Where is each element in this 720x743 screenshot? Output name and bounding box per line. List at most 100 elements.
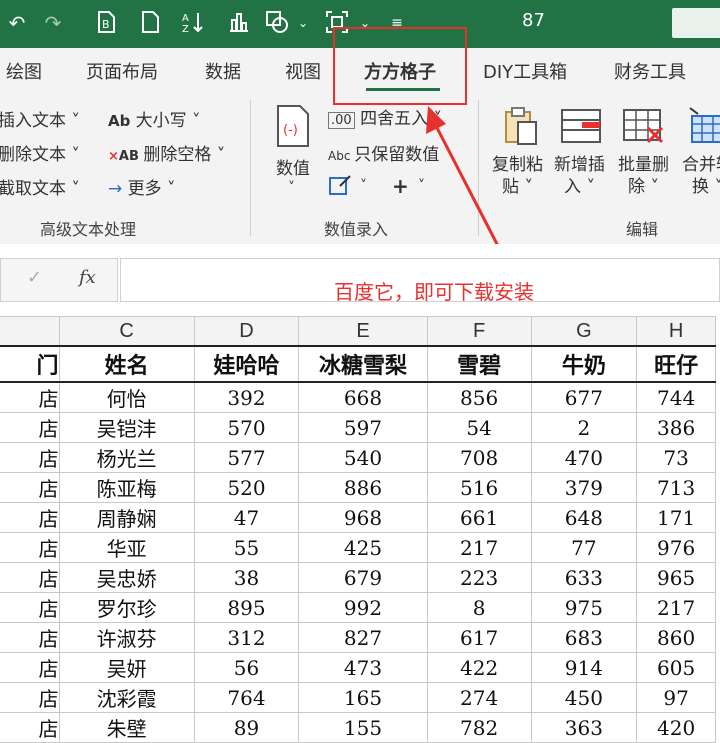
table-cell[interactable]: 363 — [530, 712, 638, 743]
table-cell[interactable]: 店 — [0, 652, 60, 683]
table-cell[interactable]: 店 — [0, 562, 60, 593]
table-cell[interactable]: 992 — [298, 592, 428, 623]
table-cell[interactable]: 379 — [530, 472, 638, 503]
header-cell[interactable]: 姓名 — [58, 345, 195, 383]
table-cell[interactable]: 520 — [193, 472, 300, 503]
table-cell[interactable]: 470 — [530, 442, 638, 473]
table-cell[interactable]: 38 — [193, 562, 300, 593]
table-cell[interactable]: 668 — [298, 381, 428, 413]
table-cell[interactable]: 97 — [636, 682, 716, 713]
table-cell[interactable]: 744 — [636, 381, 716, 413]
table-cell[interactable]: 450 — [530, 682, 638, 713]
table-cell[interactable]: 165 — [298, 682, 428, 713]
table-cell[interactable]: 392 — [193, 381, 300, 413]
table-cell[interactable]: 店 — [0, 412, 60, 443]
value-button[interactable]: 数值 — [276, 154, 310, 179]
table-cell[interactable]: 罗尔珍 — [58, 592, 195, 623]
table-cell[interactable]: 965 — [636, 562, 716, 593]
header-cell[interactable]: 门 — [0, 345, 60, 383]
table-cell[interactable]: 648 — [530, 502, 638, 533]
table-cell[interactable]: 605 — [636, 652, 716, 683]
extract-text-button[interactable]: 截取文本 ˅ — [0, 174, 80, 199]
table-cell[interactable]: 吴妍 — [58, 652, 195, 683]
chart-icon[interactable] — [226, 10, 252, 36]
table-cell[interactable]: 217 — [636, 592, 716, 623]
table-cell[interactable]: 217 — [426, 532, 532, 563]
undo-icon[interactable]: ↶ — [4, 10, 30, 36]
table-cell[interactable]: 77 — [530, 532, 638, 563]
table-cell[interactable]: 55 — [193, 532, 300, 563]
batch-delete-button[interactable]: 批量删 除 ˅ — [618, 154, 669, 198]
table-cell[interactable]: 杨光兰 — [58, 442, 195, 473]
table-cell[interactable]: 597 — [298, 412, 428, 443]
check-icon[interactable]: ✓ — [27, 267, 42, 288]
table-cell[interactable]: 473 — [298, 652, 428, 683]
table-cell[interactable]: 店 — [0, 682, 60, 713]
table-cell[interactable]: 223 — [426, 562, 532, 593]
fx-icon[interactable]: fx — [79, 267, 96, 288]
table-cell[interactable]: 吴铠沣 — [58, 412, 195, 443]
table-cell[interactable]: 店 — [0, 472, 60, 503]
table-cell[interactable]: 860 — [636, 622, 716, 653]
table-cell[interactable]: 425 — [298, 532, 428, 563]
tab-view[interactable]: 视图 — [285, 58, 321, 84]
table-cell[interactable]: 968 — [298, 502, 428, 533]
table-cell[interactable]: 吴忠娇 — [58, 562, 195, 593]
more-button[interactable]: → 更多 ˅ — [108, 174, 176, 199]
merge-convert-button[interactable]: 合并转 换 ˅ — [682, 154, 720, 198]
table-cell[interactable]: 827 — [298, 622, 428, 653]
column-header[interactable]: H — [636, 316, 716, 347]
table-cell[interactable]: 617 — [426, 622, 532, 653]
table-cell[interactable]: 886 — [298, 472, 428, 503]
table-cell[interactable]: 店 — [0, 381, 60, 413]
table-cell[interactable]: 633 — [530, 562, 638, 593]
table-cell[interactable]: 许淑芬 — [58, 622, 195, 653]
edit-icon[interactable] — [328, 174, 354, 201]
table-cell[interactable]: 何怡 — [58, 381, 195, 413]
chevron-down-icon[interactable]: ⌄ — [290, 10, 316, 36]
table-cell[interactable]: 540 — [298, 442, 428, 473]
table-cell[interactable]: 华亚 — [58, 532, 195, 563]
delete-spaces-button[interactable]: ×AB 删除空格 ˅ — [108, 140, 225, 165]
table-cell[interactable]: 155 — [298, 712, 428, 743]
table-cell[interactable]: 店 — [0, 532, 60, 563]
chevron-down-icon[interactable]: ˅ — [360, 178, 367, 194]
table-cell[interactable]: 56 — [193, 652, 300, 683]
table-cell[interactable]: 47 — [193, 502, 300, 533]
column-header[interactable]: G — [530, 316, 638, 347]
table-cell[interactable]: 975 — [530, 592, 638, 623]
tab-finance-tools[interactable]: 财务工具 — [614, 58, 686, 84]
table-cell[interactable]: 661 — [426, 502, 532, 533]
tab-page-layout[interactable]: 页面布局 — [86, 58, 158, 84]
column-header[interactable]: E — [298, 316, 428, 347]
table-cell[interactable]: 570 — [193, 412, 300, 443]
table-cell[interactable]: 店 — [0, 592, 60, 623]
table-cell[interactable]: 73 — [636, 442, 716, 473]
table-cell[interactable]: 54 — [426, 412, 532, 443]
table-cell[interactable]: 店 — [0, 712, 60, 743]
column-header[interactable]: C — [58, 316, 195, 347]
table-cell[interactable]: 周静娴 — [58, 502, 195, 533]
header-cell[interactable]: 冰糖雪梨 — [298, 345, 428, 383]
case-button[interactable]: Ab 大小写 ˅ — [108, 106, 200, 131]
insert-text-button[interactable]: 插入文本 ˅ — [0, 106, 80, 131]
table-cell[interactable]: 895 — [193, 592, 300, 623]
table-cell[interactable]: 420 — [636, 712, 716, 743]
header-cell[interactable]: 雪碧 — [426, 345, 532, 383]
table-cell[interactable]: 沈彩霞 — [58, 682, 195, 713]
tab-diy-toolbox[interactable]: DIY工具箱 — [483, 58, 567, 84]
column-header[interactable]: D — [193, 316, 300, 347]
redo-icon[interactable]: ↷ — [40, 10, 66, 36]
table-cell[interactable]: 782 — [426, 712, 532, 743]
table-cell[interactable]: 679 — [298, 562, 428, 593]
table-cell[interactable]: 朱壁 — [58, 712, 195, 743]
header-cell[interactable]: 牛奶 — [530, 345, 638, 383]
table-cell[interactable]: 274 — [426, 682, 532, 713]
header-cell[interactable]: 娃哈哈 — [193, 345, 300, 383]
table-cell[interactable]: 516 — [426, 472, 532, 503]
tab-data[interactable]: 数据 — [205, 58, 241, 84]
table-cell[interactable]: 577 — [193, 442, 300, 473]
table-cell[interactable]: 677 — [530, 381, 638, 413]
table-cell[interactable]: 2 — [530, 412, 638, 443]
shapes-icon[interactable] — [264, 10, 290, 36]
